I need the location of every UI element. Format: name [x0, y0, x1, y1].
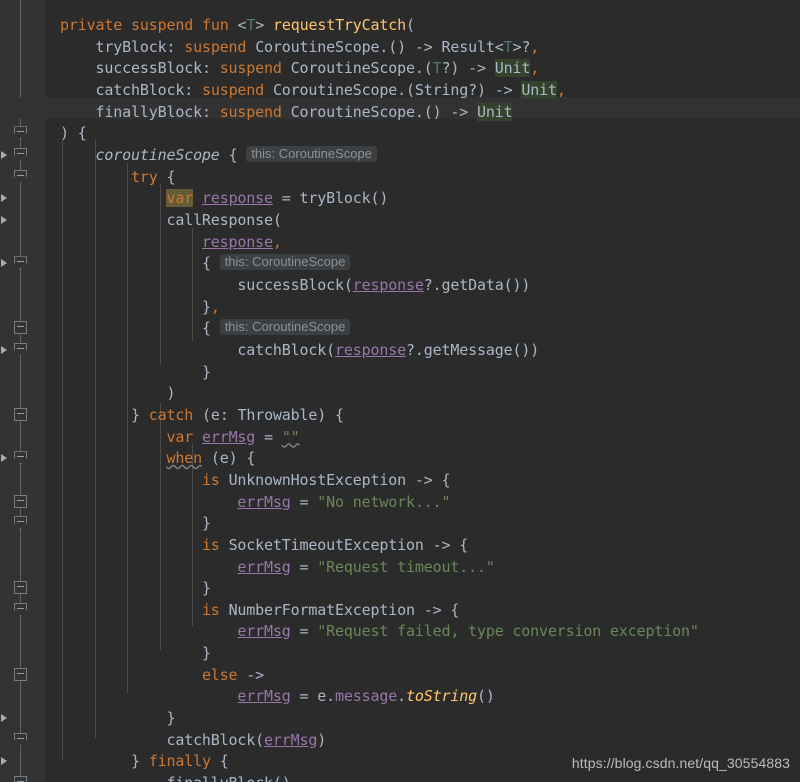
inline-hint-this-coroutinescope: this: CoroutineScope — [219, 254, 351, 271]
code-line[interactable]: response, — [60, 231, 282, 253]
fold-toggle-icon[interactable] — [14, 256, 27, 270]
fold-toggle-icon[interactable] — [14, 667, 27, 681]
fold-toggle-icon[interactable] — [14, 581, 27, 595]
code-line[interactable]: private suspend fun <T> requestTryCatch( — [60, 14, 415, 36]
code-line[interactable]: catchBlock(errMsg) — [60, 729, 326, 751]
fold-toggle-icon[interactable] — [14, 126, 27, 140]
fold-toggle-icon[interactable] — [14, 169, 27, 183]
inline-hint-this-coroutinescope: this: CoroutineScope — [246, 145, 377, 162]
fold-toggle-icon[interactable] — [14, 516, 27, 530]
fold-toggle-icon[interactable] — [14, 321, 27, 335]
code-line[interactable]: errMsg = "Request failed, type conversio… — [60, 620, 698, 642]
suspend-call-arrow-icon[interactable] — [1, 215, 7, 224]
code-line[interactable]: try { — [60, 166, 176, 188]
code-editor-screenshot: private suspend fun <T> requestTryCatch(… — [0, 0, 800, 782]
code-line[interactable]: catchBlock: suspend CoroutineScope.(Stri… — [60, 79, 566, 101]
code-line[interactable]: } finally { — [60, 750, 229, 772]
code-line[interactable]: ) — [60, 382, 175, 404]
inline-hint-this-coroutinescope: this: CoroutineScope — [219, 319, 351, 336]
suspend-call-arrow-icon[interactable] — [1, 259, 7, 268]
fold-toggle-icon[interactable] — [14, 147, 27, 161]
code-line[interactable]: } — [60, 642, 211, 664]
suspend-call-arrow-icon[interactable] — [1, 194, 7, 203]
code-line[interactable]: } — [60, 361, 211, 383]
code-line[interactable]: errMsg = "No network..." — [60, 491, 450, 513]
code-line[interactable]: coroutineScope { this: CoroutineScope — [60, 144, 377, 166]
code-line[interactable]: successBlock(response?.getData()) — [60, 274, 530, 296]
fold-toggle-icon[interactable] — [14, 494, 27, 508]
suspend-call-arrow-icon[interactable] — [1, 714, 7, 723]
code-line[interactable]: { this: CoroutineScope — [60, 252, 351, 274]
fold-toggle-icon[interactable] — [14, 776, 27, 782]
fold-toggle-icon[interactable] — [14, 342, 27, 356]
code-line[interactable]: } — [60, 577, 211, 599]
code-line[interactable]: } — [60, 707, 175, 729]
suspend-call-arrow-icon[interactable] — [1, 150, 7, 159]
caret-row-gutter-highlight — [0, 96, 45, 119]
code-line[interactable]: finallyBlock: suspend CoroutineScope.() … — [60, 101, 513, 123]
fold-toggle-icon[interactable] — [14, 407, 27, 421]
code-line[interactable]: finallyBlock() — [60, 772, 290, 782]
code-line[interactable]: errMsg = e.message.toString() — [60, 685, 494, 707]
code-line[interactable]: is SocketTimeoutException -> { — [60, 534, 468, 556]
code-line[interactable]: catchBlock(response?.getMessage()) — [60, 339, 539, 361]
code-line[interactable]: { this: CoroutineScope — [60, 317, 351, 339]
code-line[interactable]: tryBlock: suspend CoroutineScope.() -> R… — [60, 36, 539, 58]
code-line[interactable]: is UnknownHostException -> { — [60, 469, 451, 491]
fold-toggle-icon[interactable] — [14, 451, 27, 465]
code-line[interactable]: var errMsg = "" — [60, 426, 299, 448]
code-line[interactable]: is NumberFormatException -> { — [60, 599, 459, 621]
code-line[interactable]: successBlock: suspend CoroutineScope.(T?… — [60, 57, 539, 79]
code-line[interactable]: } catch (e: Throwable) { — [60, 404, 344, 426]
code-line[interactable]: var response = tryBlock() — [60, 187, 388, 209]
suspend-call-arrow-icon[interactable] — [1, 757, 7, 766]
code-line[interactable]: callResponse( — [60, 209, 281, 231]
editor-text-area[interactable]: private suspend fun <T> requestTryCatch(… — [45, 0, 800, 782]
suspend-call-arrow-icon[interactable] — [1, 345, 7, 354]
code-line[interactable]: } — [60, 512, 211, 534]
code-line[interactable]: errMsg = "Request timeout..." — [60, 556, 494, 578]
code-line[interactable]: ) { — [60, 122, 87, 144]
suspend-call-arrow-icon[interactable] — [1, 454, 7, 463]
code-line[interactable]: else -> — [60, 664, 264, 686]
code-line[interactable]: }, — [60, 296, 220, 318]
fold-toggle-icon[interactable] — [14, 732, 27, 746]
code-line[interactable]: when (e) { — [60, 447, 255, 469]
fold-toggle-icon[interactable] — [14, 602, 27, 616]
watermark-url: https://blog.csdn.net/qq_30554883 — [571, 755, 790, 771]
